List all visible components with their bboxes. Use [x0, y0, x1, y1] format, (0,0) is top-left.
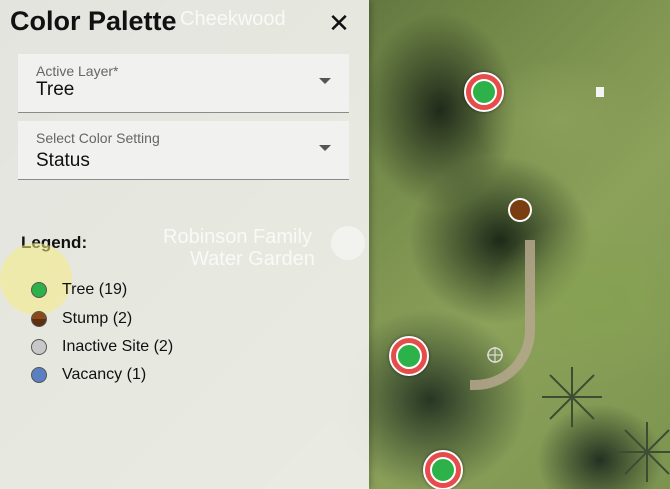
legend-color-swatch: [31, 311, 47, 327]
map-small-icon: [596, 87, 604, 97]
legend-label: Vacancy (1): [62, 366, 147, 383]
tree-marker-fill: [430, 457, 456, 483]
map-planting-feature: [617, 422, 670, 482]
legend-label: Inactive Site (2): [62, 338, 174, 355]
close-button[interactable]: ✕: [325, 9, 353, 37]
active-layer-select[interactable]: Active Layer* Tree: [18, 54, 349, 113]
tree-marker[interactable]: [423, 450, 463, 489]
chevron-down-icon: [319, 78, 331, 84]
tree-marker-fill: [471, 79, 497, 105]
map-label-cheekwood: Cheekwood: [180, 8, 286, 30]
map-poi-icon: [331, 226, 365, 260]
map-path: [470, 240, 535, 390]
legend-item-inactive-site: Inactive Site (2): [31, 336, 173, 358]
map-label-water-garden: Water Garden: [190, 248, 315, 270]
color-setting-label: Select Color Setting: [36, 130, 160, 146]
legend-color-swatch: [31, 367, 47, 383]
legend-label: Tree (19): [62, 281, 128, 298]
active-layer-value: Tree: [36, 79, 75, 100]
tree-marker-fill: [396, 343, 422, 369]
map-label-robinson: Robinson Family: [163, 226, 312, 248]
legend-color-swatch: [31, 282, 47, 298]
legend-color-swatch: [31, 339, 47, 355]
tree-marker[interactable]: [464, 72, 504, 112]
legend-item-tree: Tree (19): [31, 279, 127, 301]
legend-item-stump: Stump (2): [31, 308, 132, 330]
chevron-down-icon: [319, 145, 331, 151]
crosshair-icon: [487, 347, 503, 363]
map-planting-feature: [542, 367, 602, 427]
legend-label: Stump (2): [62, 310, 133, 327]
color-setting-select[interactable]: Select Color Setting Status: [18, 121, 349, 180]
color-setting-value: Status: [36, 150, 90, 171]
color-palette-panel: Cheekwood Robinson Family Water Garden C…: [0, 0, 369, 489]
panel-title: Color Palette: [10, 6, 177, 36]
stump-marker[interactable]: [508, 198, 532, 222]
tree-marker[interactable]: [389, 336, 429, 376]
active-layer-label: Active Layer*: [36, 63, 119, 79]
legend-item-vacancy: Vacancy (1): [31, 364, 146, 386]
